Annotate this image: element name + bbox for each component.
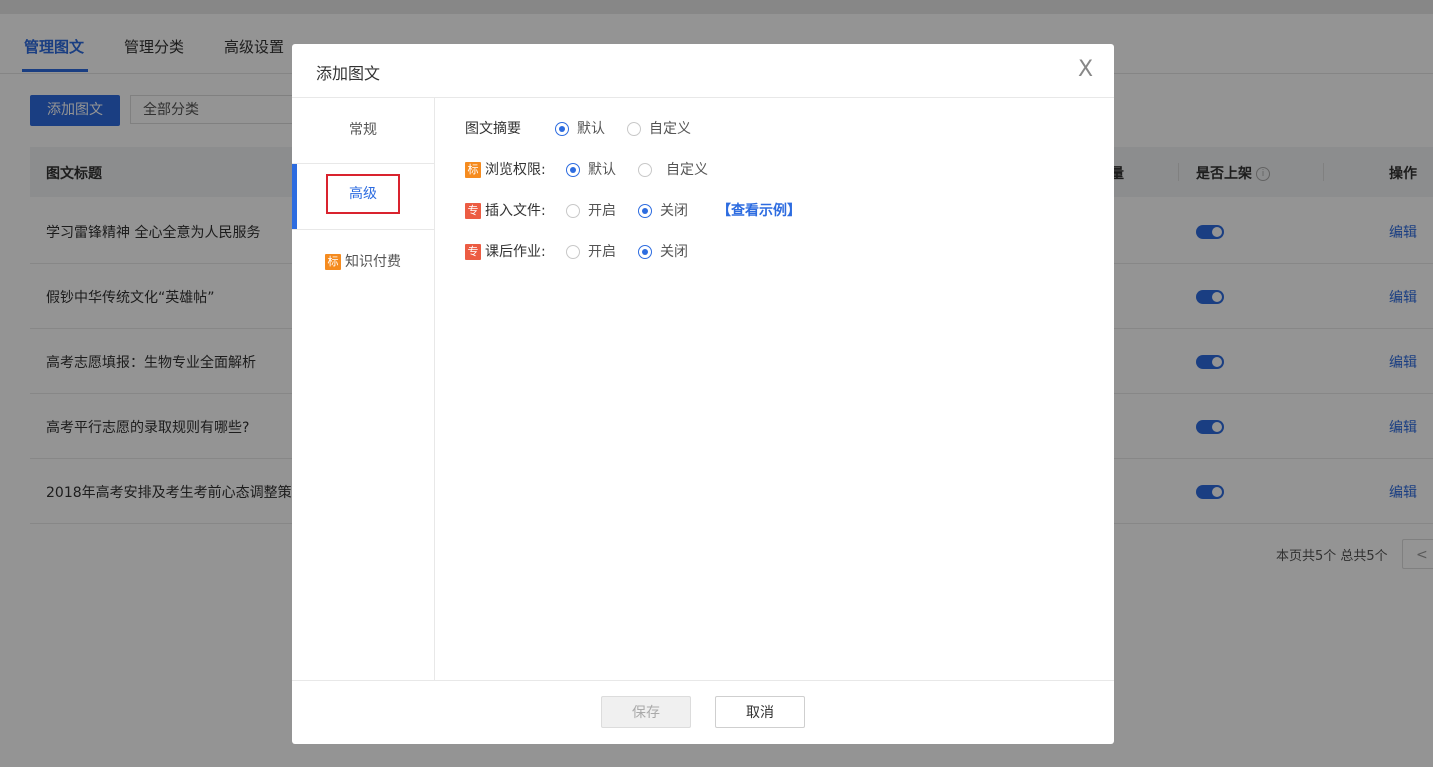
modal-content: 图文摘要 默认 自定义 标浏览权限: 默认 自定义 专插入文件: 开启 关闭 【… — [435, 98, 1114, 680]
insert-file-option-off[interactable]: 关闭 — [638, 201, 688, 221]
radio-checked-icon[interactable] — [638, 245, 652, 259]
side-tab-advanced[interactable]: 高级 — [292, 164, 434, 230]
insert-file-option-on[interactable]: 开启 — [566, 201, 616, 221]
homework-label: 课后作业: — [485, 244, 546, 260]
radio-unchecked-icon[interactable] — [627, 122, 641, 136]
side-tab-advanced-label: 高级 — [349, 186, 377, 202]
pro-badge-icon: 专 — [465, 203, 481, 219]
homework-label-wrap: 专课后作业: — [465, 242, 546, 262]
permission-label: 浏览权限: — [485, 162, 546, 178]
permission-row: 标浏览权限: 默认 自定义 — [465, 160, 965, 180]
modal-header: 添加图文 X — [292, 44, 1114, 98]
homework-option-off[interactable]: 关闭 — [638, 242, 688, 262]
side-tab-general[interactable]: 常规 — [292, 98, 434, 164]
homework-row: 专课后作业: 开启 关闭 — [465, 242, 965, 262]
radio-unchecked-icon[interactable] — [566, 204, 580, 218]
radio-checked-icon[interactable] — [555, 122, 569, 136]
side-tab-paid-knowledge[interactable]: 标知识付费 — [292, 230, 434, 295]
pro-badge-icon: 专 — [465, 244, 481, 260]
modal-footer: 保存 取消 — [292, 680, 1114, 744]
summary-row: 图文摘要 默认 自定义 — [465, 119, 965, 139]
radio-unchecked-icon[interactable] — [638, 163, 652, 177]
standard-badge-icon: 标 — [325, 254, 341, 270]
homework-option-on[interactable]: 开启 — [566, 242, 616, 262]
highlight-box: 高级 — [326, 174, 400, 214]
insert-file-row: 专插入文件: 开启 关闭 【查看示例】 — [465, 201, 965, 221]
radio-checked-icon[interactable] — [638, 204, 652, 218]
insert-file-label: 插入文件: — [485, 203, 546, 219]
modal-title: 添加图文 — [316, 64, 381, 83]
summary-option-default[interactable]: 默认 — [555, 119, 605, 139]
radio-unchecked-icon[interactable] — [566, 245, 580, 259]
add-article-modal: 添加图文 X 常规 高级 标知识付费 图文摘要 默认 自定义 标浏览权限: 默认… — [292, 44, 1114, 744]
permission-option-custom[interactable]: 自定义 — [638, 160, 708, 180]
permission-option-default[interactable]: 默认 — [566, 160, 616, 180]
save-button[interactable]: 保存 — [601, 696, 691, 728]
side-tab-general-label: 常规 — [349, 122, 377, 138]
view-example-link[interactable]: 【查看示例】 — [717, 201, 801, 221]
side-tab-paid-label: 知识付费 — [345, 254, 401, 270]
permission-label-wrap: 标浏览权限: — [465, 160, 546, 180]
summary-label: 图文摘要 — [465, 121, 521, 137]
radio-checked-icon[interactable] — [566, 163, 580, 177]
standard-badge-icon: 标 — [465, 162, 481, 178]
summary-option-custom[interactable]: 自定义 — [627, 119, 691, 139]
modal-side-nav: 常规 高级 标知识付费 — [292, 98, 435, 680]
insert-file-label-wrap: 专插入文件: — [465, 201, 546, 221]
close-icon[interactable]: X — [1078, 59, 1093, 81]
cancel-button[interactable]: 取消 — [715, 696, 805, 728]
